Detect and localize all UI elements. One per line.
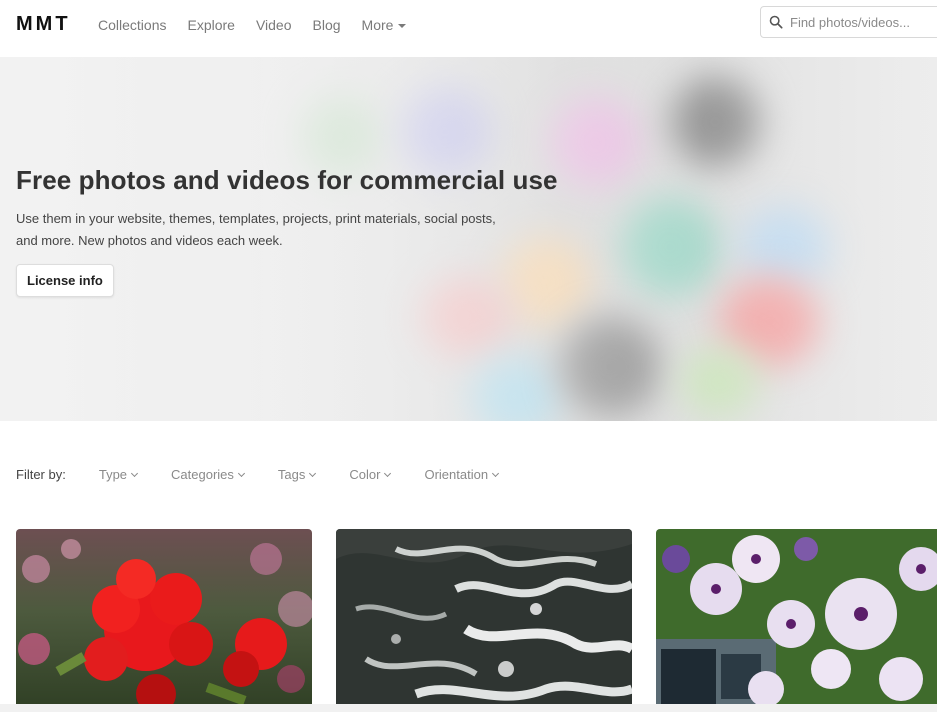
chevron-down-icon: [309, 469, 317, 477]
hero-title: Free photos and videos for commercial us…: [16, 165, 558, 195]
filter-type[interactable]: Type: [98, 467, 139, 482]
red-flowers-image: [16, 529, 312, 712]
filter-color[interactable]: Color: [349, 467, 392, 482]
filter-categories[interactable]: Categories: [171, 467, 245, 482]
chevron-down-icon: [130, 469, 139, 477]
nav-collections[interactable]: Collections: [98, 17, 166, 33]
purple-petunias-image: [656, 529, 937, 712]
hero-description: Use them in your website, themes, templa…: [16, 211, 496, 248]
caret-down-icon: [398, 24, 407, 28]
nav-blog[interactable]: Blog: [313, 17, 341, 33]
photo-card-ocean-waves[interactable]: [336, 529, 632, 712]
license-info-button[interactable]: License info: [16, 264, 114, 297]
search-input[interactable]: [790, 14, 937, 30]
ocean-waves-image: [336, 529, 632, 712]
filter-orientation[interactable]: Orientation: [424, 467, 500, 482]
page-bottom-edge: [0, 704, 937, 712]
main-nav: Collections Explore Video Blog More: [98, 17, 427, 33]
filter-label: Filter by:: [16, 467, 66, 482]
chevron-down-icon: [237, 469, 245, 477]
nav-video[interactable]: Video: [256, 17, 292, 33]
nav-more-label: More: [361, 17, 394, 33]
top-navigation: MMT Collections Explore Video Blog More: [0, 0, 937, 50]
photo-card-purple-petunias[interactable]: [656, 529, 937, 712]
chevron-down-icon: [492, 469, 500, 477]
filter-tags-label: Tags: [277, 467, 306, 482]
filter-orientation-label: Orientation: [424, 467, 489, 482]
nav-more[interactable]: More: [362, 17, 407, 33]
site-logo[interactable]: MMT: [16, 13, 71, 36]
search-icon: [769, 15, 783, 29]
filter-bar: Filter by: Type Categories Tags Color Or…: [16, 467, 532, 482]
filter-color-label: Color: [349, 467, 381, 482]
photo-card-red-flowers[interactable]: [16, 529, 312, 712]
filter-type-label: Type: [98, 467, 128, 482]
nav-explore[interactable]: Explore: [187, 17, 234, 33]
filter-tags[interactable]: Tags: [277, 467, 317, 482]
hero-banner: Free photos and videos for commercial us…: [0, 57, 937, 421]
hero-content: Free photos and videos for commercial us…: [16, 165, 558, 297]
filter-categories-label: Categories: [171, 467, 234, 482]
chevron-down-icon: [384, 469, 392, 477]
search-box[interactable]: [760, 6, 937, 38]
